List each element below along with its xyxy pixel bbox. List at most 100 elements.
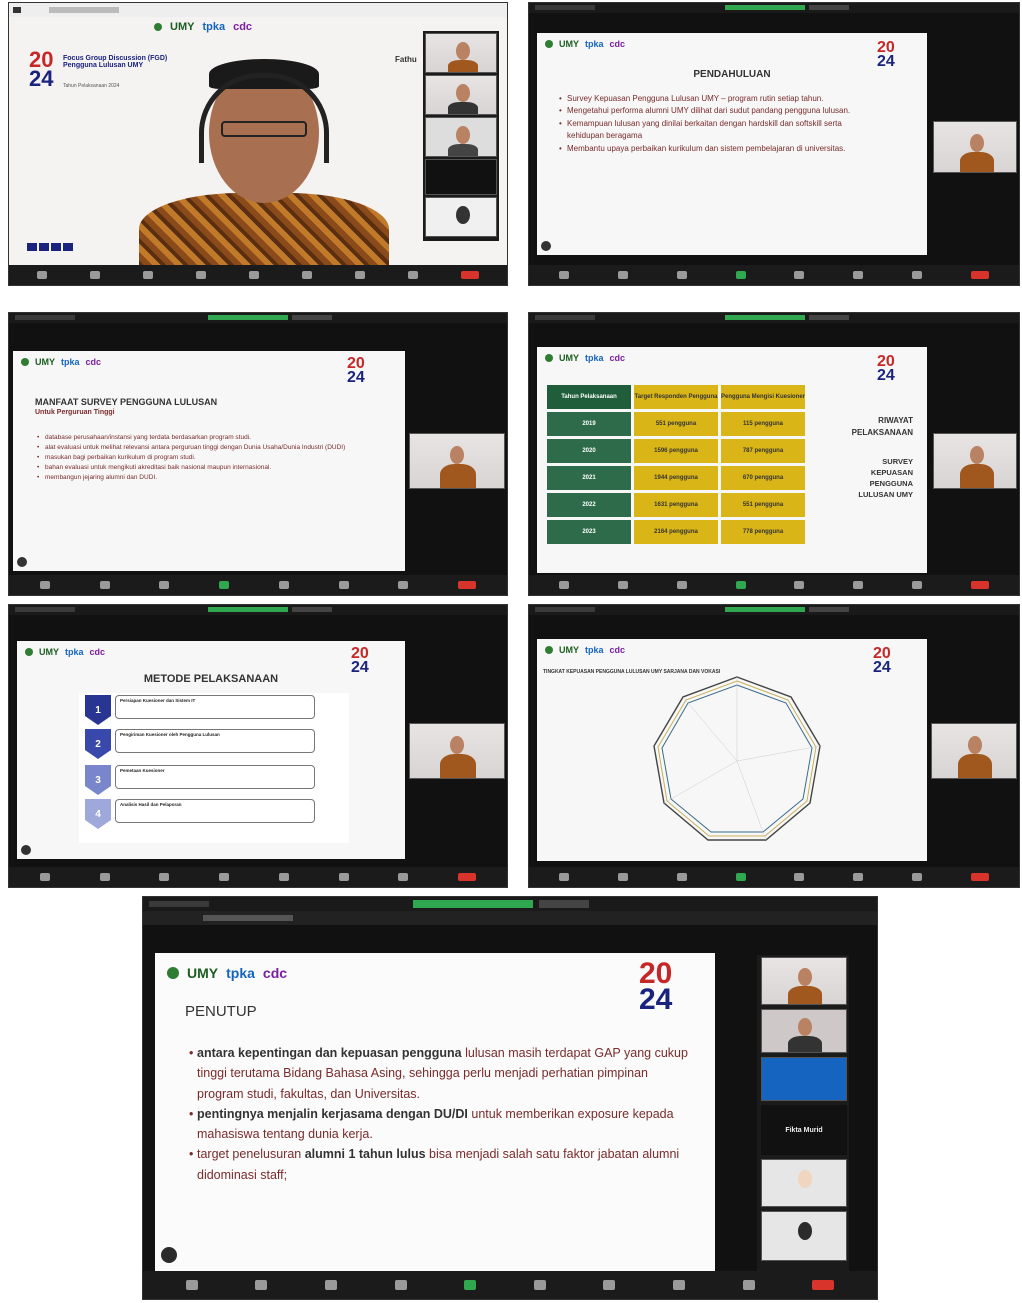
participant-tile[interactable] bbox=[761, 1009, 847, 1053]
end-meeting-button[interactable] bbox=[458, 581, 477, 589]
reactions-icon[interactable] bbox=[355, 271, 366, 279]
view-button[interactable] bbox=[809, 607, 849, 612]
participants-icon[interactable] bbox=[676, 873, 687, 881]
share-icon[interactable] bbox=[219, 873, 230, 881]
mic-icon[interactable] bbox=[39, 581, 50, 589]
view-button[interactable] bbox=[539, 900, 589, 908]
top-tab[interactable] bbox=[15, 315, 75, 320]
mic-icon[interactable] bbox=[559, 873, 570, 881]
participant-name-tile[interactable]: Fikta Murid bbox=[761, 1105, 847, 1155]
view-button[interactable] bbox=[809, 5, 849, 10]
presenter-thumbnail[interactable] bbox=[931, 723, 1017, 779]
chat-icon[interactable] bbox=[794, 581, 805, 589]
annotation-icon[interactable] bbox=[161, 1247, 177, 1263]
top-tab[interactable] bbox=[535, 607, 595, 612]
annotation-icon[interactable] bbox=[17, 557, 27, 567]
end-meeting-button[interactable] bbox=[812, 1280, 835, 1290]
end-meeting-button[interactable] bbox=[970, 271, 989, 279]
chat-icon[interactable] bbox=[278, 581, 289, 589]
view-button[interactable] bbox=[292, 607, 333, 612]
video-icon[interactable] bbox=[255, 1280, 268, 1290]
mic-icon[interactable] bbox=[559, 581, 570, 589]
share-icon[interactable] bbox=[219, 581, 230, 589]
annotation-icon[interactable] bbox=[21, 845, 31, 855]
chat-icon[interactable] bbox=[195, 271, 206, 279]
step-heading: Pemetaan Kuesioner bbox=[120, 768, 165, 773]
top-tab[interactable] bbox=[535, 315, 595, 320]
record-icon[interactable] bbox=[338, 581, 349, 589]
mic-icon[interactable] bbox=[39, 873, 50, 881]
share-icon[interactable] bbox=[735, 581, 746, 589]
video-icon[interactable] bbox=[99, 873, 110, 881]
reactions-icon[interactable] bbox=[398, 581, 409, 589]
chat-icon[interactable] bbox=[278, 873, 289, 881]
share-icon[interactable] bbox=[735, 873, 746, 881]
screenshot-3-manfaat: UMY tpka cdc 20 24 MANFAAT SURVEY PENGGUNA … bbox=[8, 312, 508, 596]
apps-icon[interactable] bbox=[672, 1280, 685, 1290]
window-tab[interactable] bbox=[49, 7, 119, 13]
participant-tile-screen[interactable] bbox=[761, 1057, 847, 1101]
video-icon[interactable] bbox=[99, 581, 110, 589]
participant-tile-name-only[interactable] bbox=[425, 159, 497, 195]
share-icon[interactable] bbox=[248, 271, 259, 279]
presenter-thumbnail[interactable] bbox=[933, 121, 1017, 173]
radar-spoke bbox=[663, 760, 738, 804]
video-icon[interactable] bbox=[89, 271, 100, 279]
meeting-info-tab[interactable] bbox=[203, 915, 293, 921]
record-icon[interactable] bbox=[302, 271, 313, 279]
participants-icon[interactable] bbox=[676, 271, 687, 279]
participants-icon[interactable] bbox=[159, 581, 170, 589]
chat-icon[interactable] bbox=[794, 271, 805, 279]
reactions-icon[interactable] bbox=[398, 873, 409, 881]
end-meeting-button[interactable] bbox=[970, 873, 989, 881]
chat-icon[interactable] bbox=[394, 1280, 407, 1290]
mic-icon[interactable] bbox=[36, 271, 47, 279]
table-cell: 2021 bbox=[547, 466, 631, 490]
view-button[interactable] bbox=[809, 315, 849, 320]
video-icon[interactable] bbox=[618, 873, 629, 881]
end-meeting-button[interactable] bbox=[461, 271, 480, 279]
record-icon[interactable] bbox=[853, 271, 864, 279]
reactions-icon[interactable] bbox=[911, 271, 922, 279]
annotation-icon[interactable] bbox=[541, 241, 551, 251]
participant-tile[interactable] bbox=[761, 1211, 847, 1261]
participant-tile[interactable] bbox=[425, 197, 497, 237]
end-meeting-button[interactable] bbox=[970, 581, 989, 589]
reactions-icon[interactable] bbox=[911, 581, 922, 589]
participant-tile[interactable] bbox=[425, 75, 497, 115]
top-tab[interactable] bbox=[149, 901, 209, 907]
video-icon[interactable] bbox=[618, 271, 629, 279]
mic-icon[interactable] bbox=[185, 1280, 198, 1290]
participants-icon[interactable] bbox=[676, 581, 687, 589]
record-icon[interactable] bbox=[338, 873, 349, 881]
reactions-icon[interactable] bbox=[603, 1280, 616, 1290]
record-icon[interactable] bbox=[853, 873, 864, 881]
presenter-thumbnail[interactable] bbox=[409, 723, 505, 779]
participant-head bbox=[968, 736, 982, 754]
participants-icon[interactable] bbox=[324, 1280, 337, 1290]
chat-icon[interactable] bbox=[794, 873, 805, 881]
mic-icon[interactable] bbox=[559, 271, 570, 279]
participant-tile[interactable] bbox=[425, 33, 497, 73]
whiteboard-icon[interactable] bbox=[742, 1280, 755, 1290]
top-tab[interactable] bbox=[15, 607, 75, 612]
presenter-thumbnail[interactable] bbox=[933, 433, 1017, 489]
video-icon[interactable] bbox=[618, 581, 629, 589]
record-icon[interactable] bbox=[533, 1280, 546, 1290]
window-menu-icon[interactable] bbox=[13, 7, 21, 13]
participant-tile[interactable] bbox=[761, 1159, 847, 1207]
apps-icon[interactable] bbox=[408, 271, 419, 279]
participant-tile[interactable] bbox=[425, 117, 497, 157]
share-icon[interactable] bbox=[735, 271, 746, 279]
participants-icon[interactable] bbox=[142, 271, 153, 279]
presenter-thumbnail[interactable] bbox=[409, 433, 505, 489]
reactions-icon[interactable] bbox=[911, 873, 922, 881]
share-icon[interactable] bbox=[464, 1280, 477, 1290]
participants-icon[interactable] bbox=[159, 873, 170, 881]
end-meeting-button[interactable] bbox=[458, 873, 477, 881]
view-button[interactable] bbox=[292, 315, 333, 320]
record-icon[interactable] bbox=[853, 581, 864, 589]
participant-tile[interactable] bbox=[761, 957, 847, 1005]
top-tab[interactable] bbox=[535, 5, 595, 10]
umy-logo-text: UMY bbox=[559, 353, 579, 363]
